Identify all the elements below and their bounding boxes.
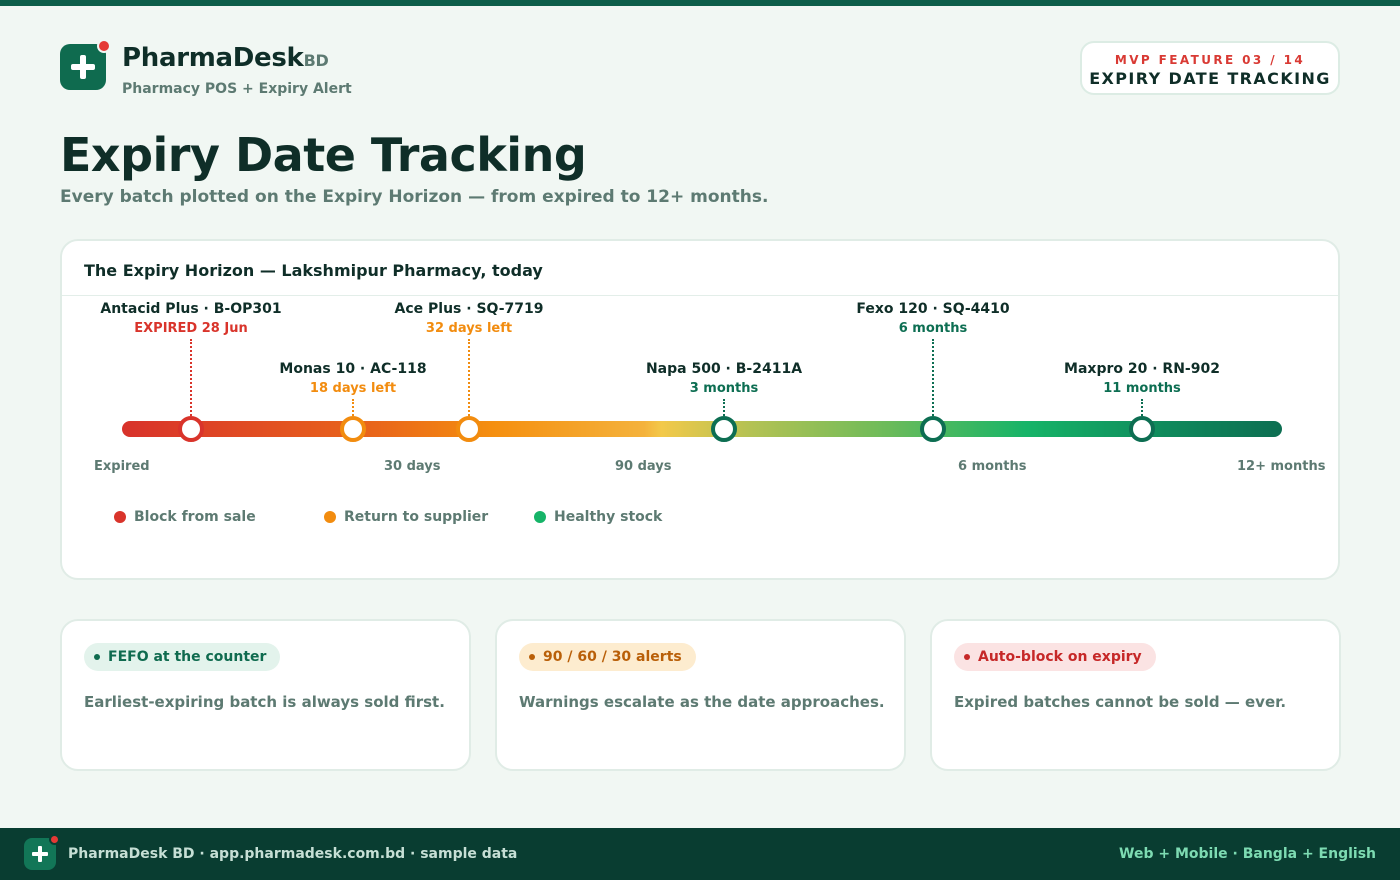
feature-description: Warnings escalate as the date approaches… <box>519 693 885 711</box>
batch-marker[interactable] <box>340 416 366 442</box>
footer-platforms: Web + Mobile · Bangla + English <box>1119 846 1376 862</box>
footer-bar: PharmaDesk BD · app.pharmadesk.com.bd · … <box>0 828 1400 880</box>
batch-leader-line <box>468 339 470 416</box>
batch-leader-line <box>932 339 934 416</box>
horizon-scale-label: 90 days <box>615 459 672 474</box>
feature-description: Earliest-expiring batch is always sold f… <box>84 693 445 711</box>
feature-pill: 90 / 60 / 30 alerts <box>519 643 696 671</box>
horizon-scale-label: 12+ months <box>1237 459 1326 474</box>
batch-label: Ace Plus · SQ-7719 32 days left <box>359 301 579 336</box>
batch-expiry-status: 18 days left <box>309 381 397 396</box>
horizon-title: The Expiry Horizon — Lakshmipur Pharmacy… <box>84 261 543 280</box>
brand-tagline: Pharmacy POS + Expiry Alert <box>122 81 352 97</box>
batch-name: Monas 10 · AC-118 <box>279 361 427 377</box>
batch-expiry-status: 6 months <box>898 321 968 336</box>
legend-label: Return to supplier <box>344 509 489 525</box>
brand-name: PharmaDeskBD <box>122 43 329 73</box>
legend-item: Healthy stock <box>534 509 662 525</box>
brand-header: PharmaDeskBD Pharmacy POS + Expiry Alert <box>60 39 352 97</box>
pill-dot-icon <box>94 654 100 660</box>
pill-dot-icon <box>964 654 970 660</box>
feature-pill: Auto-block on expiry <box>954 643 1156 671</box>
footer-info: PharmaDesk BD · app.pharmadesk.com.bd · … <box>68 846 518 862</box>
legend-label: Healthy stock <box>554 509 663 525</box>
batch-expiry-status: 3 months <box>689 381 759 396</box>
feature-badge-title: EXPIRY DATE TRACKING <box>1089 69 1331 88</box>
legend-item: Block from sale <box>114 509 256 525</box>
batch-leader-line <box>1141 399 1143 416</box>
batch-expiry-status: 11 months <box>1103 381 1181 396</box>
legend-dot-icon <box>324 511 336 523</box>
batch-name: Antacid Plus · B-OP301 <box>100 301 282 317</box>
batch-leader-line <box>190 339 192 416</box>
feature-pill: FEFO at the counter <box>84 643 281 671</box>
top-accent-stripe <box>0 0 1400 6</box>
legend-label: Block from sale <box>134 509 256 525</box>
batch-marker[interactable] <box>920 416 946 442</box>
batch-name: Maxpro 20 · RN-902 <box>1064 361 1220 377</box>
page-subtitle: Every batch plotted on the Expiry Horizo… <box>60 187 769 207</box>
legend-dot-icon <box>534 511 546 523</box>
expiry-horizon-track <box>122 421 1282 437</box>
page-title: Expiry Date Tracking <box>60 128 587 182</box>
batch-expiry-status: 32 days left <box>425 321 513 336</box>
batch-name: Napa 500 · B-2411A <box>645 361 803 377</box>
batch-name: Ace Plus · SQ-7719 <box>394 301 544 317</box>
horizon-scale-label: 6 months <box>958 459 1027 474</box>
feature-card-fefo: FEFO at the counter Earliest-expiring ba… <box>60 619 471 771</box>
batch-label: Monas 10 · AC-118 18 days left <box>243 361 463 396</box>
batch-label: Fexo 120 · SQ-4410 6 months <box>823 301 1043 336</box>
feature-description: Expired batches cannot be sold — ever. <box>954 693 1287 711</box>
legend-dot-icon <box>114 511 126 523</box>
batch-marker[interactable] <box>178 416 204 442</box>
pill-dot-icon <box>529 654 535 660</box>
batch-marker[interactable] <box>456 416 482 442</box>
feature-badge-kicker: MVP FEATURE 03 / 14 <box>1114 53 1306 67</box>
expiry-horizon-card: The Expiry Horizon — Lakshmipur Pharmacy… <box>60 239 1340 580</box>
horizon-scale-label: Expired <box>94 459 150 474</box>
notification-dot-icon <box>97 39 111 53</box>
footer-logo-icon <box>24 834 60 870</box>
batch-label: Napa 500 · B-2411A 3 months <box>614 361 834 396</box>
horizon-scale-label: 30 days <box>384 459 441 474</box>
horizon-divider <box>62 295 1338 296</box>
feature-badge: MVP FEATURE 03 / 14 EXPIRY DATE TRACKING <box>1080 41 1340 95</box>
batch-label: Antacid Plus · B-OP301 EXPIRED 28 Jun <box>81 301 301 336</box>
batch-leader-line <box>352 399 354 416</box>
batch-leader-line <box>723 399 725 416</box>
brand-suffix: BD <box>303 51 329 70</box>
batch-expiry-status: EXPIRED 28 Jun <box>134 321 248 336</box>
legend-item: Return to supplier <box>324 509 488 525</box>
batch-marker[interactable] <box>711 416 737 442</box>
batch-marker[interactable] <box>1129 416 1155 442</box>
pharmacy-cross-logo-icon <box>60 39 111 90</box>
batch-label: Maxpro 20 · RN-902 11 months <box>1032 361 1252 396</box>
batch-name: Fexo 120 · SQ-4410 <box>856 301 1010 317</box>
feature-card-auto-block: Auto-block on expiry Expired batches can… <box>930 619 1341 771</box>
feature-card-alerts: 90 / 60 / 30 alerts Warnings escalate as… <box>495 619 906 771</box>
